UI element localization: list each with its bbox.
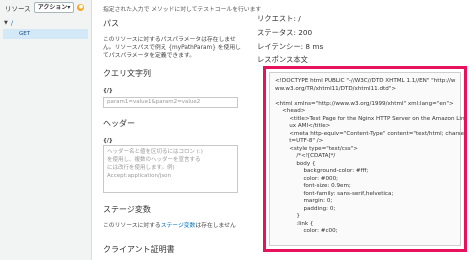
query-heading: クエリ文字列	[103, 69, 151, 78]
response-body-line: :link {	[275, 220, 314, 227]
response-body-line: <meta http-equiv="Content-Type" content=…	[275, 130, 465, 137]
request-line: リクエスト: /	[257, 14, 301, 23]
tree-item-root[interactable]: ▼ /	[4, 19, 91, 27]
response-body-line: font-size: 0.9em;	[275, 183, 351, 189]
resource-sidebar: リソース アクション▾ ● ▼ / GET	[0, 0, 92, 260]
header-field-label: {/}	[103, 138, 113, 144]
response-body-line	[275, 93, 457, 101]
stage-variables-desc: このリソースに対するステージ変数は存在しません	[103, 222, 236, 230]
response-body-line: background-color: #fff;	[275, 168, 369, 174]
stage-desc-prefix: このリソースに対する	[103, 223, 161, 229]
response-body-box[interactable]: <!DOCTYPE html PUBLIC "-//W3C//DTD XHTML…	[269, 72, 465, 246]
info-icon[interactable]: ●	[77, 4, 85, 11]
response-body-line: margin: 0;	[275, 198, 333, 204]
path-heading: パス	[103, 19, 119, 28]
stage-desc-suffix: は存在しません	[195, 223, 236, 229]
api-gateway-test-screen: リソース アクション▾ ● ▼ / GET 指定された入力で メソッドに対してテ…	[0, 0, 474, 260]
response-body-line: }	[275, 213, 300, 219]
actions-button[interactable]: アクション▾	[33, 2, 75, 13]
path-desc-line-3: てパスパラメータを定義できます。	[103, 53, 195, 59]
header-hint-3: には改行を使用します。例)	[107, 165, 175, 171]
response-body-highlight: <!DOCTYPE html PUBLIC "-//W3C//DTD XHTML…	[263, 66, 467, 252]
response-body-line: /*<![CDATA[*/	[275, 153, 336, 159]
resources-label: リソース	[5, 4, 31, 13]
client-cert-heading: クライアント証明書	[103, 245, 175, 254]
query-field-label: {/}	[103, 88, 113, 94]
response-body-line: font-family: sans-serif,helvetica;	[275, 190, 394, 197]
latency-line: レイテンシー: 8 ms	[257, 42, 324, 51]
response-body-line: t=UTF-8" />	[275, 138, 324, 144]
header-heading: ヘッダー	[103, 119, 135, 128]
query-string-input[interactable]: param1=value1&param2=value2	[103, 97, 238, 108]
header-hint-4: Accept:application/json	[107, 173, 172, 179]
headers-textarea[interactable]: ヘッダー名と値を区切るにはコロン (:) を使用し、複数のヘッダーを宣言する に…	[103, 145, 238, 193]
path-desc-line-1: このリソースに対するパスパラメータは存在しませ	[103, 37, 236, 43]
response-body-line: color: #c00;	[275, 228, 338, 234]
stage-variables-link[interactable]: ステージ変数	[161, 223, 196, 229]
header-hint-1: ヘッダー名と値を区切るにはコロン (:)	[107, 149, 203, 155]
response-body-line: body {	[275, 160, 316, 167]
header-hint-2: を使用し、複数のヘッダーを宣言する	[107, 157, 201, 163]
response-body-line: <title>Test Page for the Nginx HTTP Serv…	[275, 115, 465, 122]
response-body-code: <!DOCTYPE html PUBLIC "-//W3C//DTD XHTML…	[275, 78, 465, 236]
response-body-line: <style type="text/css">	[275, 145, 358, 152]
response-body-line: <!DOCTYPE html PUBLIC "-//W3C//DTD XHTML…	[275, 78, 456, 84]
tree-root-label: /	[10, 19, 14, 27]
response-body-line: <head>	[275, 108, 306, 114]
status-line: ステータス: 200	[257, 28, 313, 37]
response-body-line: ux AMI</title>	[275, 123, 331, 129]
response-body-line: <html xmlns="http://www.w3.org/1999/xhtm…	[275, 100, 454, 107]
path-desc-line-2: ん。リソースパスで例え {myPathParam} を使用し	[103, 45, 241, 51]
stage-variables-heading: ステージ変数	[103, 205, 151, 214]
tree-item-get-method[interactable]: GET	[3, 29, 88, 39]
response-panel: リクエスト: / ステータス: 200 レイテンシー: 8 ms レスポンス本文…	[255, 0, 474, 260]
test-description: 指定された入力で メソッドに対してテストコールを行います	[103, 7, 262, 13]
response-body-line: color: #000;	[275, 175, 339, 182]
expand-triangle-icon[interactable]: ▼	[4, 20, 8, 26]
test-input-panel: 指定された入力で メソッドに対してテストコールを行います パス このリソースに対…	[103, 0, 261, 260]
response-body-heading: レスポンス本文	[257, 55, 308, 64]
response-body-line: ww.w3.org/TR/xhtml11/DTD/xhtml11.dtd">	[275, 85, 397, 92]
response-body-line: padding: 0;	[275, 205, 336, 212]
sidebar-header: リソース アクション▾ ●	[0, 0, 91, 15]
